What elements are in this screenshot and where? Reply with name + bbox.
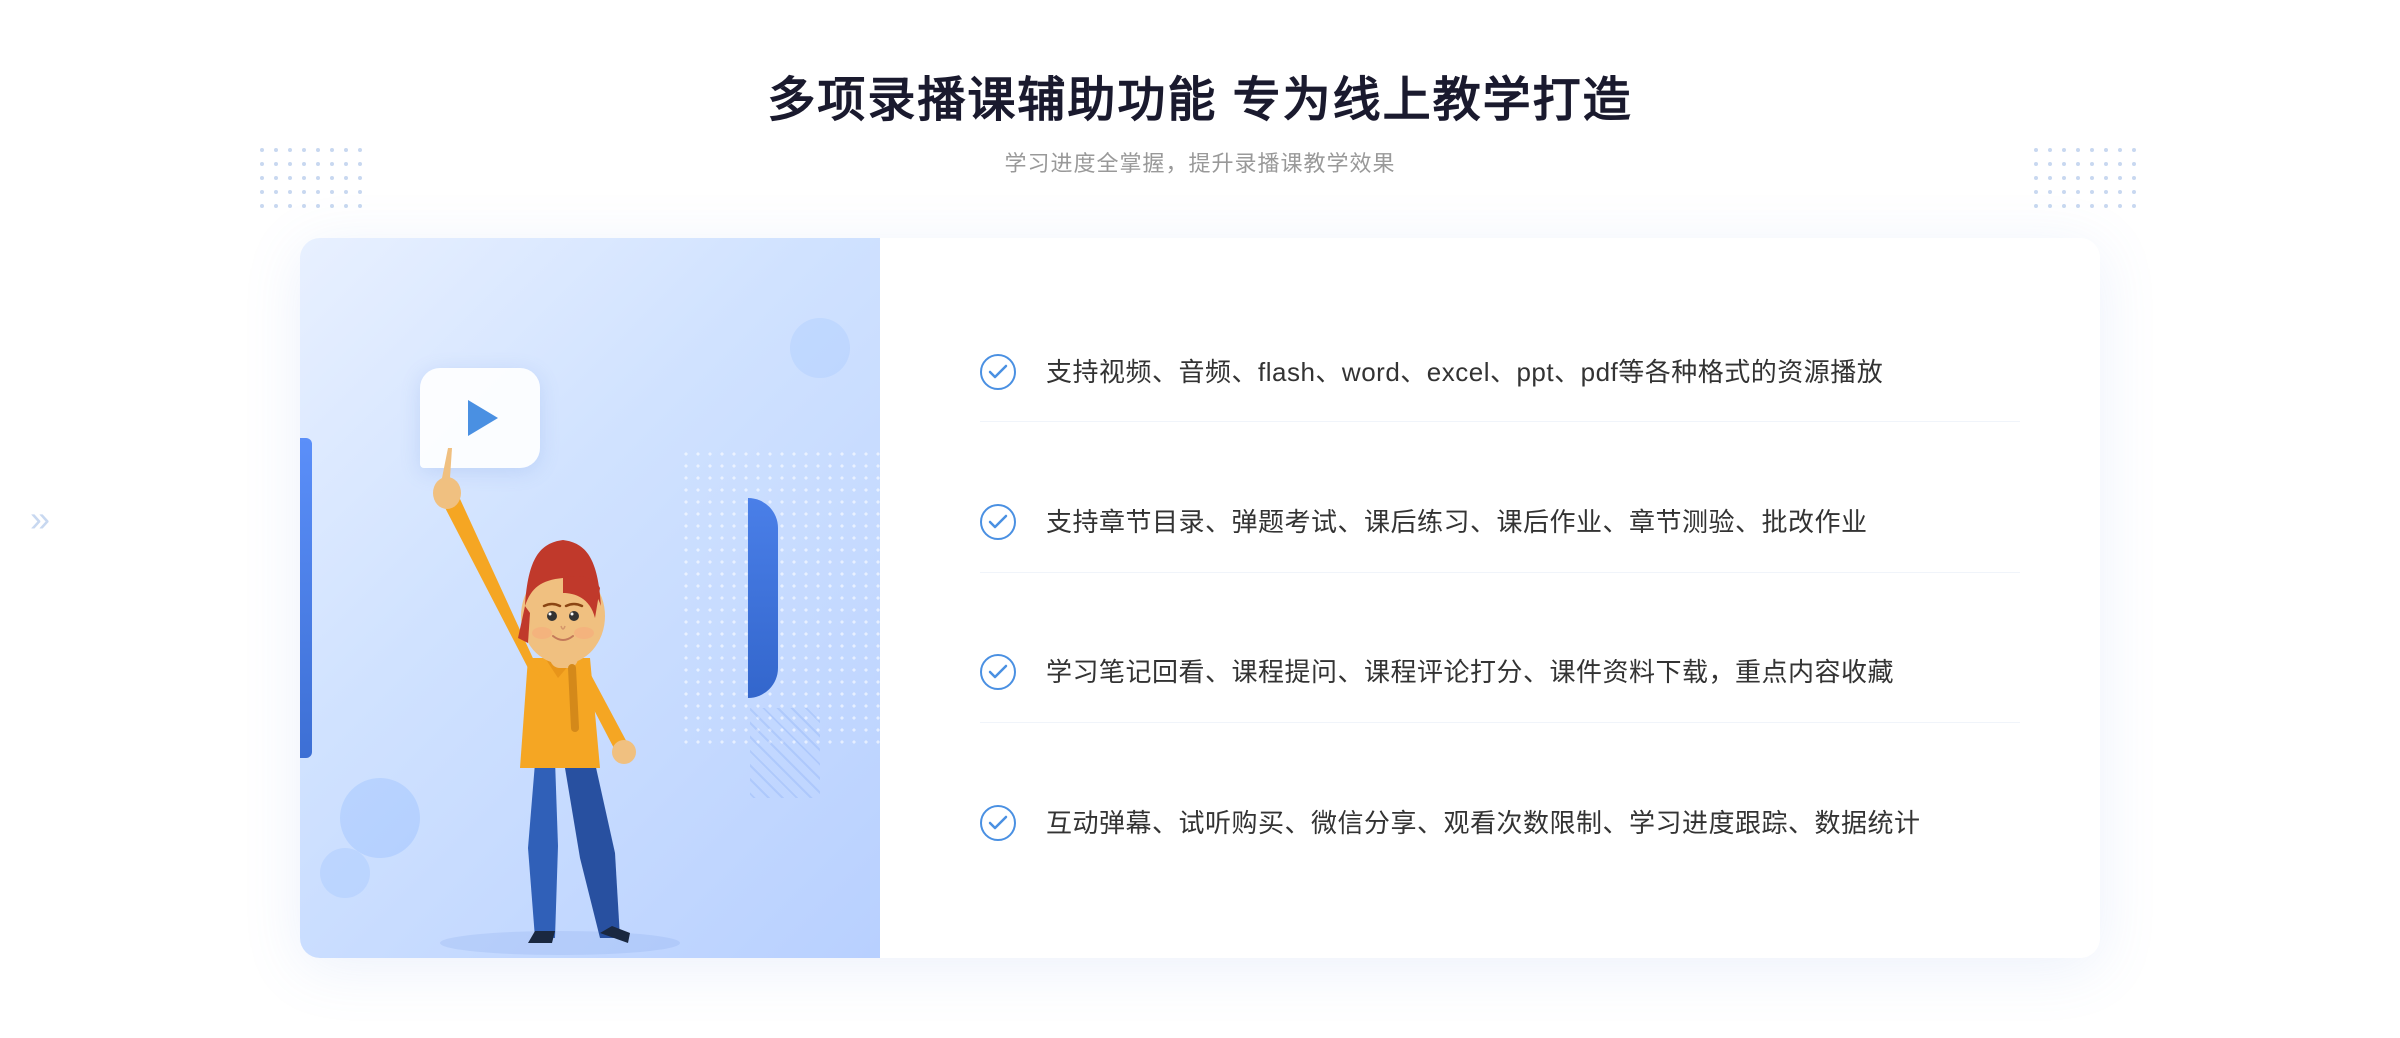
check-icon-2 bbox=[980, 504, 1016, 540]
page-subtitle: 学习进度全掌握，提升录播课教学效果 bbox=[767, 146, 1632, 178]
feature-text-4: 互动弹幕、试听购买、微信分享、观看次数限制、学习进度跟踪、数据统计 bbox=[1046, 803, 1921, 845]
illustration-area bbox=[300, 238, 880, 958]
check-icon-1 bbox=[980, 354, 1016, 390]
page-wrapper: » 多项录播课辅助功能 专为线上教学打造 学习进度全掌握，提升录播课教学效果 bbox=[0, 0, 2400, 1038]
feature-item-1: 支持视频、音频、flash、word、excel、ppt、pdf等各种格式的资源… bbox=[980, 324, 2020, 423]
features-area: 支持视频、音频、flash、word、excel、ppt、pdf等各种格式的资源… bbox=[880, 238, 2100, 958]
check-icon-3 bbox=[980, 654, 1016, 690]
feature-text-1: 支持视频、音频、flash、word、excel、ppt、pdf等各种格式的资源… bbox=[1046, 352, 1883, 394]
stripe-deco bbox=[750, 708, 820, 798]
circle-deco-2 bbox=[320, 848, 370, 898]
chevron-icon: » bbox=[30, 498, 50, 540]
feature-item-2: 支持章节目录、弹题考试、课后练习、课后作业、章节测验、批改作业 bbox=[980, 474, 2020, 573]
header-section: 多项录播课辅助功能 专为线上教学打造 学习进度全掌握，提升录播课教学效果 bbox=[767, 60, 1632, 178]
feature-item-3: 学习笔记回看、课程提问、课程评论打分、课件资料下载，重点内容收藏 bbox=[980, 624, 2020, 723]
character-illustration bbox=[380, 378, 740, 958]
circle-deco-3 bbox=[790, 318, 850, 378]
feature-text-2: 支持章节目录、弹题考试、课后练习、课后作业、章节测验、批改作业 bbox=[1046, 502, 1868, 544]
left-accent-bar bbox=[300, 438, 312, 758]
side-chevrons-decor: » bbox=[30, 498, 50, 540]
panel-accent-bar bbox=[748, 498, 778, 698]
page-title: 多项录播课辅助功能 专为线上教学打造 bbox=[767, 60, 1632, 130]
check-icon-4 bbox=[980, 805, 1016, 841]
content-card: 支持视频、音频、flash、word、excel、ppt、pdf等各种格式的资源… bbox=[300, 238, 2100, 958]
feature-item-4: 互动弹幕、试听购买、微信分享、观看次数限制、学习进度跟踪、数据统计 bbox=[980, 775, 2020, 873]
feature-text-3: 学习笔记回看、课程提问、课程评论打分、课件资料下载，重点内容收藏 bbox=[1046, 652, 1894, 694]
